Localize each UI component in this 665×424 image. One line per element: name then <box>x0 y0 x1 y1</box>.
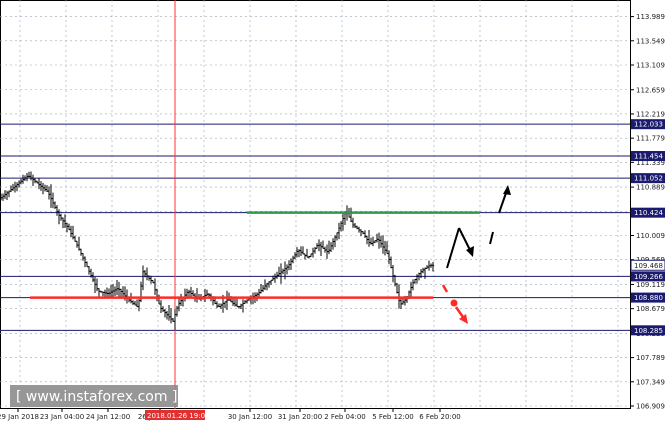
watermark: [ www.instaforex.com ] <box>10 385 178 407</box>
x-tick-label: 23 Jan 04:00 <box>40 413 84 421</box>
level-lines <box>0 123 630 331</box>
price-bars <box>0 171 434 331</box>
level-labels: 112.033 111.454 111.052 110.424 109.266 108.8… <box>630 119 665 336</box>
level-label: 112.033 <box>634 121 663 129</box>
y-tick-label: 113.989 <box>636 13 665 21</box>
x-axis-ticks: 29 Jan 201823 Jan 04:0024 Jan 12:0026 Ja… <box>0 409 461 421</box>
level-label: 108.880 <box>634 294 663 302</box>
bullish-arrow-shaft <box>498 192 507 214</box>
level-label: 109.266 <box>634 273 663 281</box>
y-tick-label: 113.549 <box>636 37 665 45</box>
x-tick-label: 31 Jan 20:00 <box>278 413 322 421</box>
bullish-arrowhead <box>503 185 511 195</box>
bearish-arrow-dot <box>450 299 458 307</box>
level-label: 110.424 <box>634 209 663 217</box>
y-tick-label: 109.119 <box>636 281 665 289</box>
x-tick-label: 29 Jan 2018 <box>0 413 39 421</box>
watermark-text: [ www.instaforex.com ] <box>16 389 177 405</box>
y-tick-label: 107.349 <box>636 378 665 386</box>
bearish-arrow-dash <box>441 284 449 293</box>
y-tick-label: 106.909 <box>636 403 665 411</box>
y-tick-label: 112.219 <box>636 110 665 118</box>
current-price-label: 109.468 <box>634 262 663 270</box>
y-tick-label: 110.009 <box>636 232 665 240</box>
level-label: 108.285 <box>634 327 663 335</box>
y-tick-label: 108.679 <box>636 305 665 313</box>
x-tick-label: 24 Jan 12:00 <box>86 413 130 421</box>
y-tick-label: 107.789 <box>636 354 665 362</box>
grid <box>0 0 630 409</box>
x-tick-label: 5 Feb 12:00 <box>372 413 413 421</box>
bearish-trend-arrowhead <box>466 246 474 257</box>
y-tick-label: 113.109 <box>636 62 665 70</box>
bearish-arrowhead <box>459 314 468 324</box>
x-tick-label: 30 Jan 12:00 <box>228 413 272 421</box>
y-tick-label: 111.779 <box>636 135 665 143</box>
price-chart: 113.989 113.549 113.109 112.659 112.219 111.7… <box>0 0 665 421</box>
bullish-arrow-dash <box>489 231 494 245</box>
plot-border <box>0 0 631 409</box>
y-tick-label: 110.889 <box>636 184 665 192</box>
crosshair-time-text: 2018.01.26 19:00 <box>147 412 209 420</box>
level-label: 111.454 <box>634 153 663 161</box>
x-tick-label: 6 Feb 20:00 <box>419 413 460 421</box>
x-tick-label: 2 Feb 04:00 <box>324 413 365 421</box>
y-tick-label: 112.659 <box>636 86 665 94</box>
crosshair-time-label: 2018.01.26 19:00 <box>145 410 209 420</box>
level-label: 111.052 <box>634 175 663 183</box>
forecast-arrows <box>441 185 511 324</box>
bearish-trend-arrow-shaft <box>446 227 460 269</box>
